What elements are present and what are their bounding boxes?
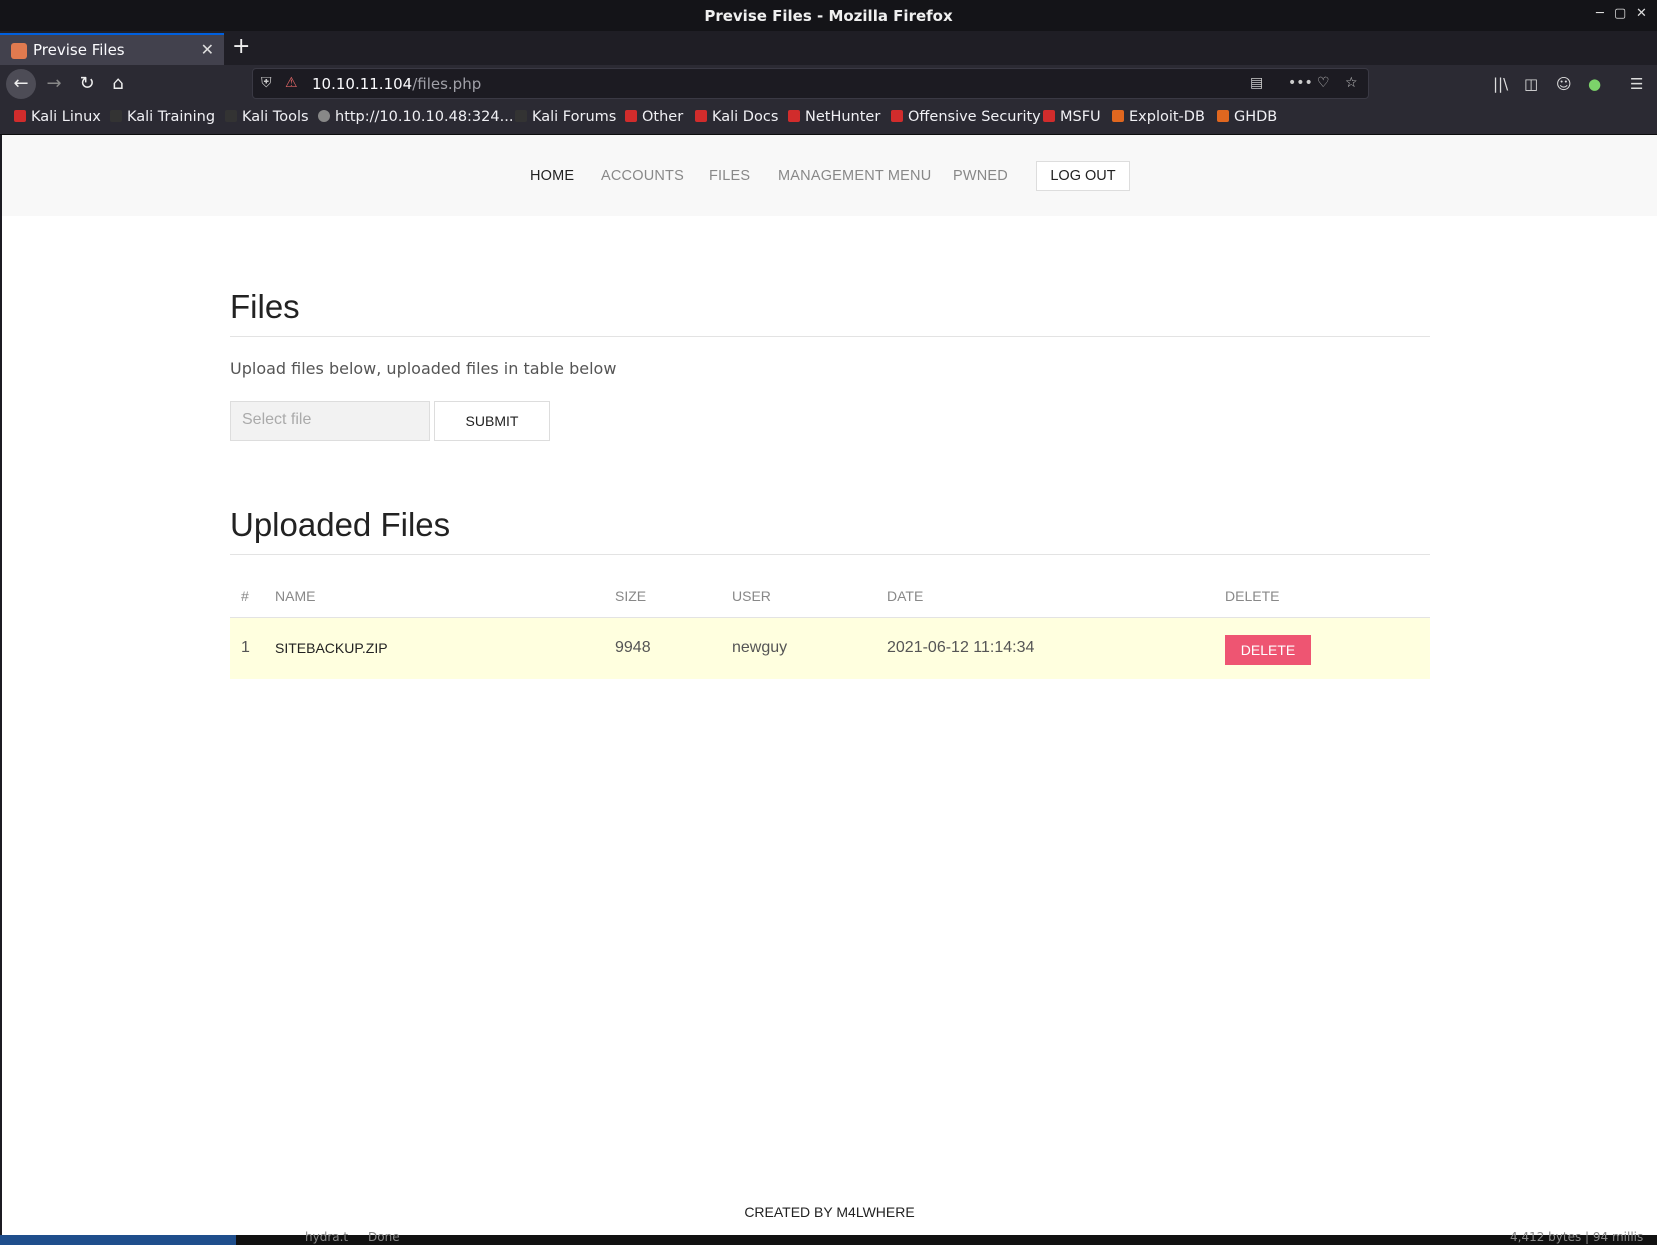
bookmarks-toolbar: Kali Linux Kali Training Kali Tools http…: [0, 103, 1657, 135]
site-navigation: HOME ACCOUNTS FILES MANAGEMENT MENU PWNE…: [2, 135, 1657, 216]
sidebar-icon[interactable]: ◫: [1524, 75, 1538, 93]
kali-docs-icon: [695, 110, 707, 122]
tab-title: Previse Files: [33, 41, 125, 59]
bookmark-other[interactable]: Other: [625, 109, 683, 125]
forward-arrow-icon[interactable]: →: [39, 69, 69, 99]
bookmark-msfu[interactable]: MSFU: [1043, 109, 1101, 125]
uploaded-files-heading: Uploaded Files: [230, 506, 451, 543]
pocket-icon[interactable]: ♡: [1317, 75, 1330, 91]
submit-button[interactable]: SUBMIT: [434, 401, 550, 441]
taskbar-info: 4,412 bytes | 94 millis: [1510, 1230, 1644, 1244]
url-bar[interactable]: ⛨ ⚠ 10.10.11.104/files.php ▤ ••• ♡ ☆: [252, 68, 1369, 99]
page-footer: CREATED BY M4LWHERE: [744, 1204, 915, 1220]
uploaded-files-section: Uploaded Files: [230, 506, 1430, 544]
bookmark-kali-training[interactable]: Kali Training: [110, 109, 215, 125]
close-tab-icon[interactable]: ✕: [201, 40, 214, 59]
maximize-icon[interactable]: ▢: [1614, 6, 1626, 21]
files-heading: Files: [230, 288, 300, 325]
bookmark-kali-forums[interactable]: Kali Forums: [515, 109, 616, 125]
burp-extension-icon[interactable]: ●: [1588, 75, 1601, 93]
folder-icon: [625, 110, 637, 122]
bookmark-nethunter[interactable]: NetHunter: [788, 109, 880, 125]
bookmark-star-icon[interactable]: ☆: [1345, 75, 1358, 91]
file-user: newguy: [732, 617, 887, 679]
divider: [230, 554, 1430, 555]
files-section: Files: [230, 288, 1430, 326]
exploit-db-icon: [1112, 110, 1124, 122]
reload-icon[interactable]: ↻: [72, 69, 102, 99]
upload-help-text: Upload files below, uploaded files in ta…: [230, 359, 617, 378]
logout-button[interactable]: LOG OUT: [1036, 161, 1130, 191]
nav-management-menu-link[interactable]: MANAGEMENT MENU: [778, 168, 931, 184]
kali-dragon-icon: [110, 110, 122, 122]
kali-linux-icon: [14, 110, 26, 122]
kali-dragon-icon: [515, 110, 527, 122]
window-title: Previse Files - Mozilla Firefox: [704, 7, 953, 25]
library-icon[interactable]: ||\: [1493, 75, 1508, 93]
bookmark-kali-linux[interactable]: Kali Linux: [14, 109, 101, 125]
close-window-icon[interactable]: ✕: [1636, 6, 1647, 21]
table-row: 1 SITEBACKUP.ZIP 9948 newguy 2021-06-12 …: [230, 617, 1430, 679]
window-titlebar: Previse Files - Mozilla Firefox ─ ▢ ✕: [0, 0, 1657, 31]
divider: [230, 336, 1430, 337]
row-number: 1: [230, 617, 275, 679]
tab-previse-files[interactable]: Previse Files ✕: [0, 33, 224, 65]
column-header-user: USER: [732, 570, 887, 618]
desktop-taskbar: hydra.t Done 4,412 bytes | 94 millis: [0, 1230, 1657, 1245]
url-text[interactable]: 10.10.11.104/files.php: [312, 75, 481, 93]
reader-view-icon[interactable]: ▤: [1250, 75, 1263, 91]
bookmark-ip[interactable]: http://10.10.10.48:324...: [318, 109, 513, 125]
column-header-delete: DELETE: [1225, 570, 1430, 618]
delete-cell: DELETE: [1225, 617, 1430, 679]
taskbar-status: Done: [368, 1230, 400, 1244]
bookmark-ghdb[interactable]: GHDB: [1217, 109, 1277, 125]
file-select-input[interactable]: Select file: [230, 401, 430, 441]
column-header-date: DATE: [887, 570, 1225, 618]
globe-icon: [318, 110, 330, 122]
file-size: 9948: [615, 617, 732, 679]
nethunter-icon: [788, 110, 800, 122]
column-header-size: SIZE: [615, 570, 732, 618]
uploaded-files-table: # NAME SIZE USER DATE DELETE 1 SITEBACKU…: [230, 570, 1430, 679]
table-header-row: # NAME SIZE USER DATE DELETE: [230, 570, 1430, 618]
column-header-name: NAME: [275, 570, 615, 618]
navigation-toolbar: ← → ↻ ⌂ ⛨ ⚠ 10.10.11.104/files.php ▤ •••…: [0, 65, 1657, 103]
nav-accounts-link[interactable]: ACCOUNTS: [601, 168, 684, 184]
taskbar-active-area: [0, 1235, 236, 1245]
kali-dragon-icon: [225, 110, 237, 122]
ghdb-icon: [1217, 110, 1229, 122]
bookmark-kali-tools[interactable]: Kali Tools: [225, 109, 309, 125]
back-arrow-icon[interactable]: ←: [6, 69, 36, 99]
delete-button[interactable]: DELETE: [1225, 635, 1311, 666]
taskbar-item[interactable]: hydra.t: [305, 1230, 348, 1244]
insecure-lock-icon[interactable]: ⚠: [285, 75, 298, 91]
account-icon[interactable]: ☺: [1556, 75, 1572, 93]
favicon-icon: [11, 43, 27, 59]
menu-hamburger-icon[interactable]: ☰: [1630, 75, 1643, 93]
offsec-icon: [891, 110, 903, 122]
bookmark-kali-docs[interactable]: Kali Docs: [695, 109, 778, 125]
page-actions-icon[interactable]: •••: [1288, 75, 1313, 91]
page-viewport: HOME ACCOUNTS FILES MANAGEMENT MENU PWNE…: [2, 135, 1657, 1235]
file-date: 2021-06-12 11:14:34: [887, 617, 1225, 679]
file-name-link[interactable]: SITEBACKUP.ZIP: [275, 617, 615, 679]
tracking-shield-icon[interactable]: ⛨: [261, 75, 272, 91]
nav-pwned-link[interactable]: PWNED: [953, 168, 1008, 184]
new-tab-icon[interactable]: +: [232, 34, 250, 59]
msfu-icon: [1043, 110, 1055, 122]
minimize-icon[interactable]: ─: [1596, 6, 1604, 21]
tab-strip: Previse Files ✕ +: [0, 31, 1657, 65]
bookmark-offensive-security[interactable]: Offensive Security: [891, 109, 1041, 125]
home-icon[interactable]: ⌂: [103, 69, 133, 99]
column-header-number: #: [230, 570, 275, 618]
bookmark-exploit-db[interactable]: Exploit-DB: [1112, 109, 1205, 125]
nav-home-link[interactable]: HOME: [530, 168, 574, 184]
nav-files-link[interactable]: FILES: [709, 168, 750, 184]
